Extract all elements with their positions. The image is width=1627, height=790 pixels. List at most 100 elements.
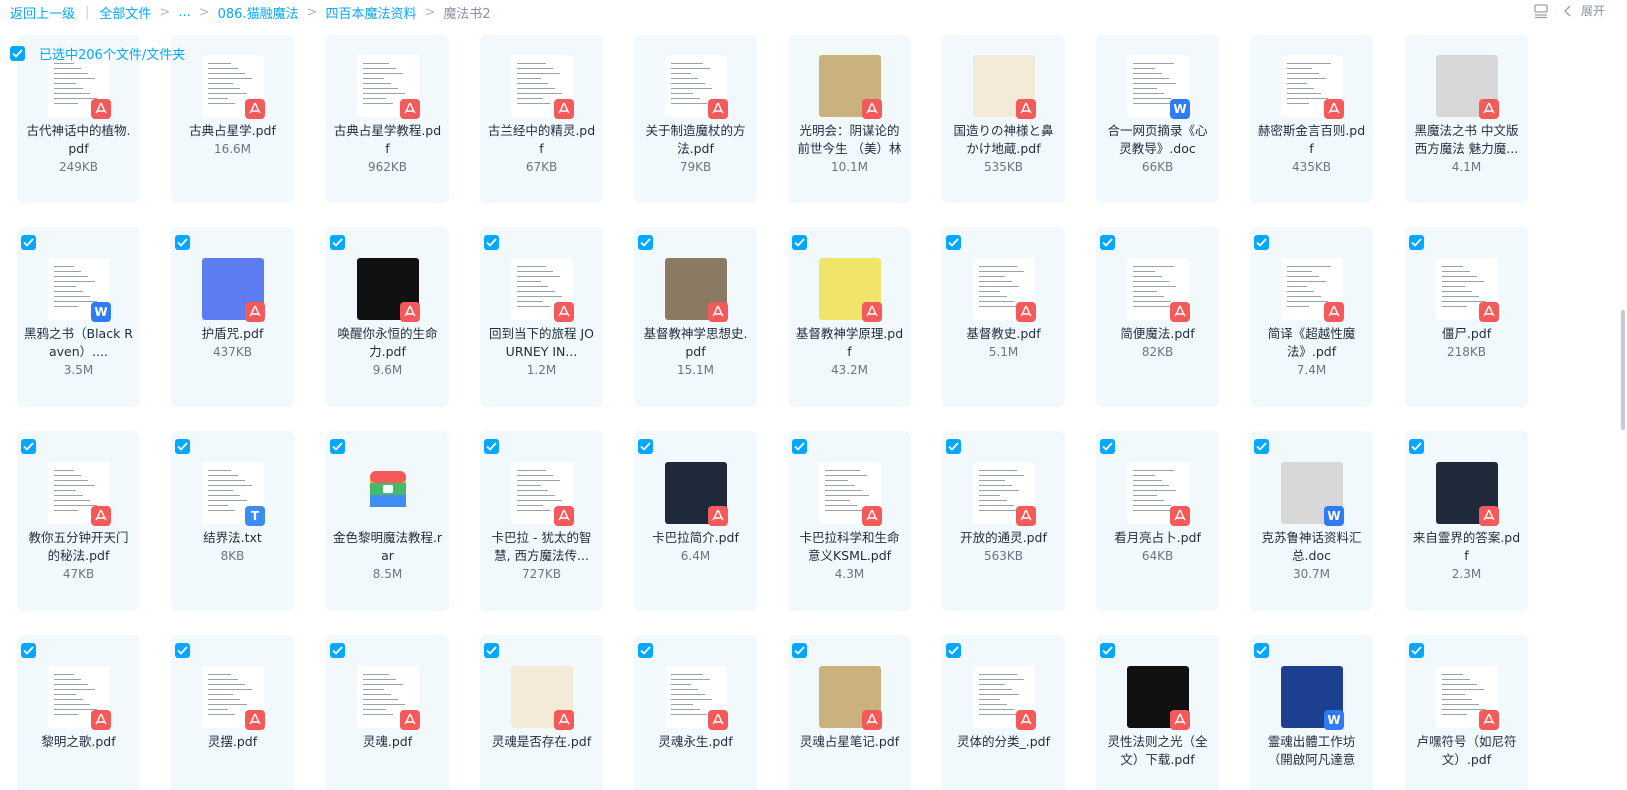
file-name: 灵性法则之光（全文）下载.pdf	[1107, 734, 1208, 767]
file-card[interactable]: 看月亮占卜.pdf 64KB	[1096, 431, 1219, 611]
file-checkbox[interactable]	[1254, 439, 1269, 454]
file-card[interactable]: 基督教史.pdf 5.1M	[942, 227, 1065, 407]
file-name: 古典占星学教程.pdf	[333, 123, 442, 156]
file-name: 古兰经中的精灵.pdf	[487, 123, 596, 156]
file-checkbox[interactable]	[484, 643, 499, 658]
file-checkbox[interactable]	[792, 643, 807, 658]
file-card[interactable]: 灵摆.pdf	[171, 635, 294, 790]
file-name: 黑魔法之书 中文版 西方魔法 魅力魔...	[1414, 123, 1519, 156]
file-checkbox[interactable]	[1409, 439, 1424, 454]
file-name: 国造りの神様と鼻かけ地蔵.pdf	[953, 123, 1054, 156]
file-name: 金色黎明魔法教程.rar	[332, 530, 443, 563]
file-card[interactable]: 古兰经中的精灵.pdf 67KB	[480, 35, 603, 203]
pdf-type-icon	[245, 302, 265, 322]
pdf-type-icon	[1170, 302, 1190, 322]
pdf-type-icon	[245, 710, 265, 730]
file-checkbox[interactable]	[946, 643, 961, 658]
file-card[interactable]: 僵尸.pdf 218KB	[1405, 227, 1528, 407]
file-size: 16.6M	[213, 142, 252, 156]
scrollbar-thumb[interactable]	[1621, 310, 1625, 430]
file-checkbox[interactable]	[21, 439, 36, 454]
file-name: 教你五分钟开天门的秘法.pdf	[28, 530, 129, 563]
file-checkbox[interactable]	[1409, 235, 1424, 250]
doc-type-icon: W	[91, 302, 111, 322]
file-checkbox[interactable]	[1409, 643, 1424, 658]
file-card[interactable]: 关于制造魔杖的方法.pdf 79KB	[634, 35, 757, 203]
file-card[interactable]: 护盾咒.pdf 437KB	[171, 227, 294, 407]
file-checkbox[interactable]	[484, 439, 499, 454]
file-card[interactable]: W 霊魂出體工作坊（開啟阿凡達意識...	[1250, 635, 1373, 790]
file-card[interactable]: 灵魂永生.pdf	[634, 635, 757, 790]
file-checkbox[interactable]	[1100, 439, 1115, 454]
file-card[interactable]: 卢嘿符号（如尼符文）.pdf	[1405, 635, 1528, 790]
file-card[interactable]: 灵性法则之光（全文）下载.pdf	[1096, 635, 1219, 790]
file-card[interactable]: 灵体的分类_.pdf	[942, 635, 1065, 790]
file-card[interactable]: 基督教神学思想史.pdf 15.1M	[634, 227, 757, 407]
file-card[interactable]: 来自霊界的答案.pdf 2.3M	[1405, 431, 1528, 611]
pdf-type-icon	[554, 99, 574, 119]
file-card[interactable]: 古典占星学.pdf 16.6M	[171, 35, 294, 203]
file-card[interactable]: 卡巴拉 - 犹太的智慧, 西方魔法传... 727KB	[480, 431, 603, 611]
file-card[interactable]: W 黑鸦之书（Black Raven）.... 3.5M	[17, 227, 140, 407]
pdf-type-icon	[554, 710, 574, 730]
select-all-checkbox[interactable]	[10, 46, 25, 61]
file-name: 灵魂占星笔记.pdf	[799, 734, 900, 749]
file-card[interactable]: T 结界法.txt 8KB	[171, 431, 294, 611]
file-checkbox[interactable]	[792, 439, 807, 454]
file-card[interactable]: 灵魂.pdf	[326, 635, 449, 790]
file-checkbox[interactable]	[946, 439, 961, 454]
pdf-type-icon	[1016, 710, 1036, 730]
txt-type-icon: T	[245, 506, 265, 526]
file-card[interactable]: 黎明之歌.pdf	[17, 635, 140, 790]
file-checkbox[interactable]	[1254, 643, 1269, 658]
file-checkbox[interactable]	[330, 643, 345, 658]
file-checkbox[interactable]	[1100, 235, 1115, 250]
file-size: 79KB	[679, 160, 712, 174]
file-card[interactable]: 卡巴拉简介.pdf 6.4M	[634, 431, 757, 611]
file-checkbox[interactable]	[175, 235, 190, 250]
file-checkbox[interactable]	[330, 439, 345, 454]
pdf-type-icon	[1016, 99, 1036, 119]
file-card[interactable]: 黑魔法之书 中文版 西方魔法 魅力魔... 4.1M	[1405, 35, 1528, 203]
file-name: 基督教神学思想史.pdf	[643, 326, 748, 359]
file-name: 灵魂永生.pdf	[658, 734, 733, 749]
file-checkbox[interactable]	[484, 235, 499, 250]
file-card[interactable]: 简便魔法.pdf 82KB	[1096, 227, 1219, 407]
file-checkbox[interactable]	[946, 235, 961, 250]
file-card[interactable]: W 合一网页摘录《心灵教导》.doc 66KB	[1096, 35, 1219, 203]
file-card[interactable]: 回到当下的旅程 JOURNEY IN... 1.2M	[480, 227, 603, 407]
file-card[interactable]: 国造りの神様と鼻かけ地蔵.pdf 535KB	[942, 35, 1065, 203]
file-card[interactable]: 基督教神学原理.pdf 43.2M	[788, 227, 911, 407]
file-card[interactable]: 金色黎明魔法教程.rar 8.5M	[326, 431, 449, 611]
file-name: 结界法.txt	[203, 530, 262, 545]
file-checkbox[interactable]	[638, 643, 653, 658]
file-card[interactable]: 光明会：阴谋论的前世今生 （美）林 10.1M	[788, 35, 911, 203]
file-checkbox[interactable]	[175, 643, 190, 658]
file-card[interactable]: 古典占星学教程.pdf 962KB	[326, 35, 449, 203]
file-card[interactable]: 灵魂占星笔记.pdf	[788, 635, 911, 790]
file-size: 962KB	[367, 160, 407, 174]
file-card[interactable]: 简译《超越性魔法》.pdf 7.4M	[1250, 227, 1373, 407]
file-card[interactable]: 赫密斯金言百则.pdf 435KB	[1250, 35, 1373, 203]
file-checkbox[interactable]	[21, 235, 36, 250]
file-card[interactable]: 开放的通灵.pdf 563KB	[942, 431, 1065, 611]
file-card[interactable]: 教你五分钟开天门的秘法.pdf 47KB	[17, 431, 140, 611]
file-size: 47KB	[62, 567, 95, 581]
file-card[interactable]: 卡巴拉科学和生命意义KSML.pdf 4.3M	[788, 431, 911, 611]
file-size: 1.2M	[526, 363, 557, 377]
file-size: 15.1M	[676, 363, 715, 377]
file-card[interactable]: 唤醒你永恒的生命力.pdf 9.6M	[326, 227, 449, 407]
file-checkbox[interactable]	[638, 439, 653, 454]
file-size: 8KB	[220, 549, 245, 563]
file-card[interactable]: 灵魂是否存在.pdf	[480, 635, 603, 790]
file-checkbox[interactable]	[330, 235, 345, 250]
file-checkbox[interactable]	[175, 439, 190, 454]
file-checkbox[interactable]	[1100, 643, 1115, 658]
file-checkbox[interactable]	[792, 235, 807, 250]
file-name: 古代神话中的植物.pdf	[26, 123, 131, 156]
file-checkbox[interactable]	[21, 643, 36, 658]
file-checkbox[interactable]	[1254, 235, 1269, 250]
file-name: 卡巴拉 - 犹太的智慧, 西方魔法传...	[491, 530, 592, 563]
file-card[interactable]: W 克苏鲁神话资料汇总.doc 30.7M	[1250, 431, 1373, 611]
file-checkbox[interactable]	[638, 235, 653, 250]
